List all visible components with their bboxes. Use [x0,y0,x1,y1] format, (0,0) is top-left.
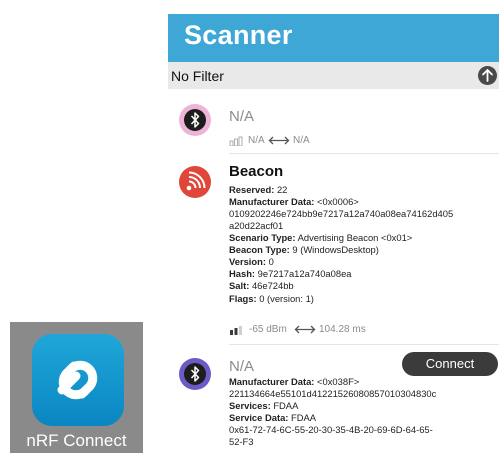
scenario-type-value: Advertising Beacon <0x01> [297,232,413,243]
beacon-icon [179,166,211,198]
services-line: Services: FDAA [229,400,499,411]
app-name-label: nRF Connect [26,431,127,450]
manufacturer-data-hex: 0109202246e724bb9e7217a12a740a08ea74162d… [229,208,454,219]
version-label: Version: [229,256,266,267]
flags-value: 0 (version: 1) [259,293,314,304]
flags-line: Flags: 0 (version: 1) [229,293,499,304]
beacon-type-label: Beacon Type: [229,244,290,255]
connect-button[interactable]: Connect [402,352,498,376]
nrf-connect-app-icon[interactable] [32,334,124,426]
page-title: Scanner [184,20,293,50]
reserved-value: 22 [276,184,288,195]
salt-line: Salt: 46e724bb [229,280,499,291]
reserved-label: Reserved: [229,184,275,195]
service-data-line: Service Data: FDAA [229,412,499,423]
scenario-type-label: Scenario Type: [229,232,296,243]
hash-line: Hash: 9e7217a12a740a08ea [229,268,499,279]
hash-value: 9e7217a12a740a08ea [257,268,352,279]
service-data-value: FDAA [291,412,317,423]
version-line: Version: 0 [229,256,499,267]
salt-value: 46e724bb [251,280,294,291]
beacon-type-line: Beacon Type: 9 (WindowsDesktop) [229,244,499,255]
manufacturer-data-label: Manufacturer Data: [229,196,315,207]
device-name: N/A [229,358,255,375]
services-value: FDAA [273,400,299,411]
service-data-label: Service Data: [229,412,289,423]
beacon-type-value: 9 (WindowsDesktop) [292,244,379,255]
app-icon-tile[interactable]: nRF Connect [10,322,143,453]
signal-value: N/A [248,135,265,146]
scenario-type-line: Scenario Type: Advertising Beacon <0x01> [229,232,499,243]
manufacturer-data-line: Manufacturer Data: <0x0006> [229,196,499,207]
filter-bar[interactable]: No Filter [168,62,499,89]
signal-strength-icon [229,136,243,146]
services-label: Services: [229,400,271,411]
manufacturer-data-value: <0x038F> [317,376,360,387]
filter-label: No Filter [171,68,224,84]
device-name: N/A [229,108,255,125]
signal-strength-icon [230,326,242,335]
manufacturer-data-value: <0x0006> [317,196,359,207]
interval-value: N/A [293,135,310,146]
scanner-screen: Scanner No Filter N/A N/A N/A Beacon Res… [168,14,499,453]
device-name: Beacon [229,163,284,180]
interval-value: 104.28 ms [319,324,366,335]
version-value: 0 [268,256,274,267]
interval-arrows-icon [294,325,316,334]
bluetooth-icon [179,358,211,390]
service-data-hex-cont: 52-F3 [229,436,254,447]
service-data-hex: 0x61-72-74-6C-55-20-30-35-4B-20-69-6D-64… [229,424,433,435]
signal-value: -65 dBm [249,324,287,335]
divider [229,153,499,154]
interval-arrows-icon [268,136,290,145]
title-bar: Scanner [168,14,499,62]
reserved-line: Reserved: 22 [229,184,499,195]
manufacturer-data-label: Manufacturer Data: [229,376,315,387]
hash-label: Hash: [229,268,256,279]
bluetooth-icon [179,104,211,136]
divider [229,344,499,345]
salt-label: Salt: [229,280,250,291]
manufacturer-data-line: Manufacturer Data: <0x038F> [229,376,499,387]
chevron-up-icon[interactable] [478,66,497,85]
manufacturer-data-hex-cont: a20d22acf01 [229,220,284,231]
manufacturer-data-hex: 221134664e55101d41221526080857010304830c [229,388,437,399]
flags-label: Flags: [229,293,257,304]
